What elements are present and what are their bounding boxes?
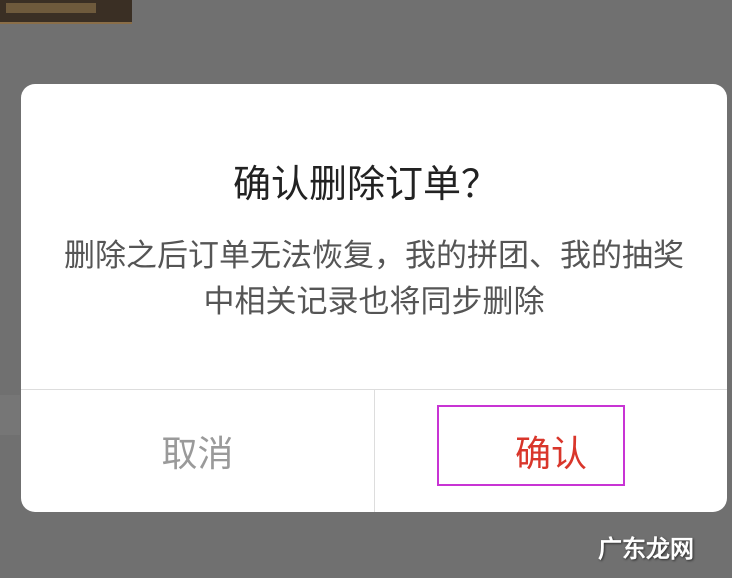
confirm-button[interactable]: 确认 <box>375 390 727 512</box>
confirm-delete-dialog: 确认删除订单？ 删除之后订单无法恢复，我的拼团、我的抽奖中相关记录也将同步删除 … <box>21 84 727 512</box>
background-thumbnail-detail <box>6 3 96 13</box>
background-thumbnail <box>0 0 132 24</box>
cancel-button[interactable]: 取消 <box>21 390 374 512</box>
dialog-title: 确认删除订单？ <box>232 162 499 206</box>
dialog-message: 删除之后订单无法恢复，我的拼团、我的抽奖中相关记录也将同步删除 <box>64 238 684 320</box>
background-ghost-block <box>0 395 20 435</box>
watermark: 广东龙网 <box>598 535 694 563</box>
